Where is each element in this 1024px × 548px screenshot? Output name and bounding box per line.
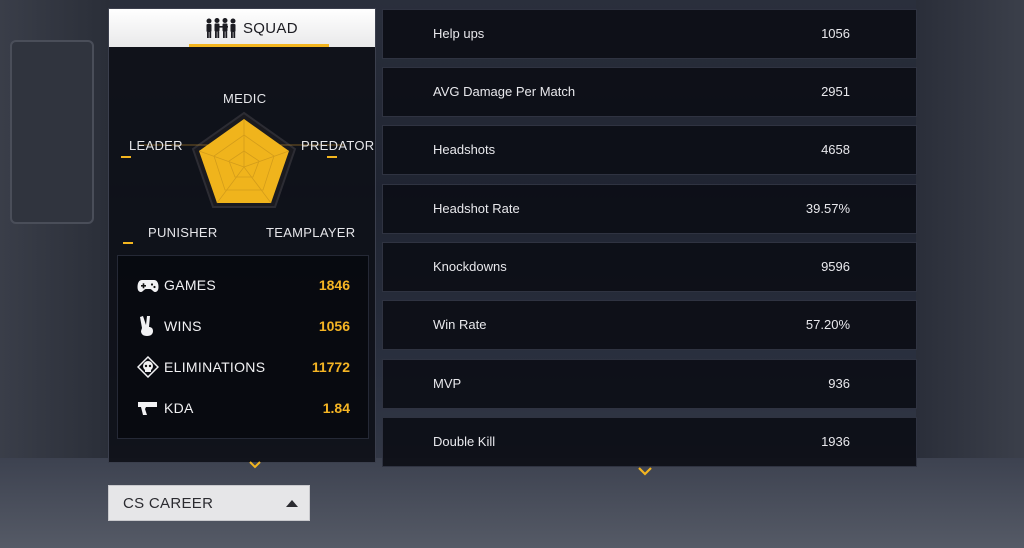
radar-label-predator: PREDATOR xyxy=(301,138,375,153)
punisher-accent-tick xyxy=(123,242,133,244)
squad-icon xyxy=(206,18,236,38)
summary-row-wins: WINS 1056 xyxy=(136,314,350,338)
summary-value: 11772 xyxy=(311,359,350,375)
stat-value: 39.57% xyxy=(805,201,850,216)
scroll-down-chevron-icon[interactable] xyxy=(637,466,653,476)
stat-value: 2951 xyxy=(821,84,850,99)
stat-name: Help ups xyxy=(433,26,485,41)
squad-panel: SQUAD MEDIC LEADER PREDATOR PUNISHER TEA… xyxy=(108,8,376,469)
stat-row: Help ups 1056 xyxy=(382,9,917,59)
tab-active-underline xyxy=(189,44,329,47)
scroll-more-icon[interactable] xyxy=(249,461,261,469)
summary-row-eliminations: ELIMINATIONS 11772 xyxy=(136,355,350,379)
stat-row: Headshots 4658 xyxy=(382,125,917,175)
summary-label: KDA xyxy=(164,400,194,416)
skull-icon xyxy=(136,356,160,378)
stat-row: Knockdowns 9596 xyxy=(382,242,917,292)
stat-name: AVG Damage Per Match xyxy=(433,84,576,99)
radar-label-teamplayer: TEAMPLAYER xyxy=(266,225,356,240)
stat-row: MVP 936 xyxy=(382,359,917,409)
summary-value: 1846 xyxy=(318,277,350,293)
squad-title: SQUAD xyxy=(243,19,298,37)
summary-stats-box: GAMES 1846 WINS 1056 ELIMINATIONS 11772 … xyxy=(117,255,369,439)
stat-value: 936 xyxy=(828,376,850,391)
stat-value: 1056 xyxy=(821,26,850,41)
stat-value: 4658 xyxy=(821,142,850,157)
stat-value: 57.20% xyxy=(805,317,850,332)
squad-title-group: SQUAD xyxy=(203,17,298,39)
radar-chart: MEDIC LEADER PREDATOR PUNISHER TEAMPLAYE… xyxy=(109,49,375,259)
summary-label: ELIMINATIONS xyxy=(164,359,266,375)
stat-name: Knockdowns xyxy=(433,259,507,274)
summary-value: 1.84 xyxy=(322,400,350,416)
squad-mode-tab[interactable]: SQUAD xyxy=(109,9,375,47)
summary-value: 1056 xyxy=(318,318,350,334)
career-mode-label: CS CAREER xyxy=(123,495,214,512)
stat-row: Win Rate 57.20% xyxy=(382,300,917,350)
leader-accent-tick xyxy=(121,156,131,158)
victory-hand-icon xyxy=(136,315,160,337)
stat-value: 1936 xyxy=(821,434,850,449)
stat-row: Headshot Rate 39.57% xyxy=(382,184,917,234)
radar-label-medic: MEDIC xyxy=(223,91,267,106)
predator-accent-tick xyxy=(327,156,337,158)
stat-value: 9596 xyxy=(821,259,850,274)
stat-name: MVP xyxy=(433,376,462,391)
stat-name: Win Rate xyxy=(433,317,487,332)
pistol-icon xyxy=(136,397,160,419)
summary-label: WINS xyxy=(164,318,202,334)
caret-up-icon xyxy=(286,500,298,507)
career-mode-dropdown[interactable]: CS CAREER xyxy=(108,485,310,521)
stat-name: Double Kill xyxy=(433,434,496,449)
summary-label: GAMES xyxy=(164,277,217,293)
summary-row-kda: KDA 1.84 xyxy=(136,396,350,420)
stat-row: Double Kill 1936 xyxy=(382,417,917,467)
gamepad-icon xyxy=(136,274,160,296)
summary-row-games: GAMES 1846 xyxy=(136,273,350,297)
radar-label-punisher: PUNISHER xyxy=(148,225,218,240)
stat-name: Headshot Rate xyxy=(433,201,520,216)
stat-name: Headshots xyxy=(433,142,496,157)
radar-label-leader: LEADER xyxy=(129,138,183,153)
stat-row: AVG Damage Per Match 2951 xyxy=(382,67,917,117)
